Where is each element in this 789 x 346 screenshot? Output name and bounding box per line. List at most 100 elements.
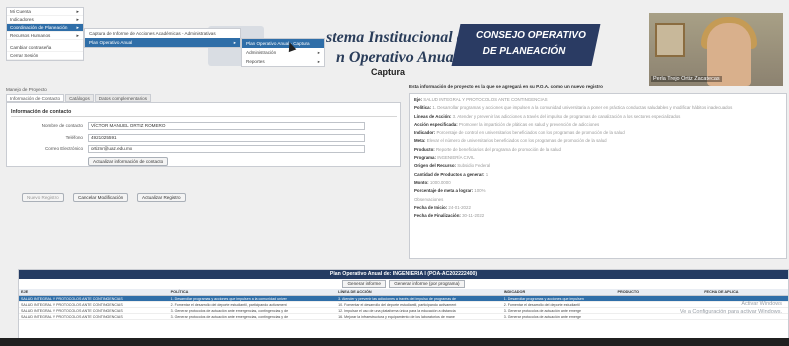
generate-report-button[interactable]: Generar informe [342,280,386,288]
submenu-item-label: Administración [246,50,277,55]
table-row[interactable]: SALUD INTEGRAL Y PROTOCOLOS ANTE CONTING… [19,314,788,320]
chevron-right-icon: ▸ [76,25,79,31]
summary-label: Origen del Recurso: [414,163,456,169]
tab-contacto[interactable]: Información de Contacto [6,94,65,102]
column-header[interactable]: FECHA DE APLICA [702,289,788,295]
summary-label: Meta: [414,138,426,144]
table-cell: 2. Fomentar el desarrollo del deporte es… [503,303,580,307]
submenu-item-label: Reportes [246,59,265,64]
banner-title-line2: n Operativo Anual [336,49,459,66]
table-body: SALUD INTEGRAL Y PROTOCOLOS ANTE CONTING… [19,296,788,320]
table-cell: 3. Atender y prevenir las adicciones a t… [338,297,457,301]
column-header[interactable]: EJE [19,289,169,295]
field-label: Correo Electrónico [44,146,83,151]
submenu-item-poa[interactable]: Plan Operativo Anual ▸ [85,38,240,47]
menu-item-label: Cerrar Sesión [10,53,39,58]
section-title: Información de contacto [11,109,72,115]
column-header[interactable]: POLÍTICA [169,289,337,295]
column-header[interactable]: PRODUCTO [615,289,702,295]
summary-value: 30-11-2022 [462,213,485,219]
column-header[interactable]: LÍNEA DE ACCIÓN [336,289,502,295]
generate-report-by-program-button[interactable]: Generar informe (por programa) [389,280,465,288]
table-cell: 3. Generar protocolos de actuación ante … [170,309,289,313]
table-cell: 1. Desarrollar programas y acciones que … [503,297,584,301]
summary-label: Acción especificada: [414,121,458,127]
summary-row: Monto: 1000.0000 [414,180,782,185]
summary-label: Cantidad de Productos a generar: [414,171,485,177]
field-label: Nombre de contacto [41,123,83,128]
menu-item-recursos-humanos[interactable]: Recursos Humanos ▸ [7,32,83,40]
watermark-line: Ve a Configuración para activar Windows. [679,309,782,315]
summary-row: Observaciones [414,197,782,202]
summary-label: Indicador: [414,130,436,136]
watermark-line: Activar Windows [741,301,782,307]
menu-item-label: Cambiar contraseña [10,45,52,50]
taskbar [0,338,789,346]
summary-value: 1 [485,171,489,177]
summary-label: Monto: [414,179,429,185]
phone-field[interactable]: 4921025591 [88,134,365,142]
summary-row: Indicador: Porcentaje de control en univ… [414,130,782,135]
page: Mi Cuenta ▸ Indicadores ▸ Coordinación de … [0,0,789,346]
update-record-button[interactable]: Actualizar Registro [137,193,186,202]
submenu-item-captura-informe[interactable]: Captura de Informe de Acciones Académica… [85,29,240,38]
column-header[interactable]: INDICADOR [502,289,616,295]
table-cell: 16. Mejorar la infraestructura y equipam… [338,315,455,319]
submenu-item-label: Plan Operativo Anual - Captura [246,41,310,46]
submenu-item-label: Captura de Informe de Acciones Académica… [89,31,216,36]
summary-label: Fecha de Finalización: [414,213,461,219]
submenu-planeacion: Captura de Informe de Acciones Académica… [84,28,241,48]
submenu-item-administracion[interactable]: Administración ▸ [242,48,324,57]
webcam-participant-name: Perla Trejo Ortiz Zacatecas [651,76,722,82]
chevron-right-icon: ▸ [76,33,79,39]
summary-value: 24-01-2022 [448,204,471,210]
menu-item-cerrar-sesion[interactable]: Cerrar Sesión [7,52,83,60]
menu-item-indicadores[interactable]: Indicadores ▸ [7,16,83,24]
council-title-line1: CONSEJO OPERATIVO [476,30,586,41]
summary-value: INGENIERÍA CIVIL [437,155,475,161]
windows-activation-watermark: Activar Windows Ve a Configuración para … [680,300,782,316]
chevron-right-icon: ▸ [317,50,320,55]
summary-label: Producto: [414,146,435,152]
tab-catalogos[interactable]: Catálogos [65,94,94,102]
submenu-item-reportes[interactable]: Reportes ▸ [242,57,324,66]
table-cell: SALUD INTEGRAL Y PROTOCOLOS ANTE CONTING… [21,303,123,307]
menu-item-coordinacion[interactable]: Coordinación de Planeación ▸ [7,24,83,32]
project-panel: Manejo de Proyecto Información de Contac… [6,87,401,257]
table-cell: 12. Impulsar el uso de una plataforma ún… [338,309,456,313]
table-cell: 2. Fomentar el desarrollo del deporte es… [170,303,287,307]
field-label: Teléfono [65,135,83,140]
summary-row: Origen del Recurso: Subsidio Federal [414,163,782,168]
chevron-right-icon: ▸ [76,9,79,15]
table-header-row: EJE POLÍTICA LÍNEA DE ACCIÓN INDICADOR P… [19,289,788,296]
summary-row: Eje: SALUD INTEGRAL Y PROTOCOLOS ANTE CO… [414,97,782,102]
summary-value: 1000.0000 [429,179,451,185]
section-divider [11,116,397,117]
project-tabs: Información de Contacto Catálogos Datos … [6,94,152,102]
summary-row: Política: 1. Desarrollar programas y acc… [414,105,782,110]
email-field[interactable]: ortiznr@uaz.edu.mx [88,145,365,153]
table-cell: 3. Generar protocolos de actuación ante … [503,315,582,319]
table-buttons: Generar informe Generar informe (por pro… [19,279,788,289]
submenu-poa: Plan Operativo Anual - Captura Administr… [241,38,325,67]
summary-value: Promover la impartición de pláticas en s… [458,121,600,127]
chevron-right-icon: ▸ [317,59,320,64]
menu-item-cambiar-contrasena[interactable]: Cambiar contraseña [7,44,83,52]
menu-item-mi-cuenta[interactable]: Mi Cuenta ▸ [7,8,83,16]
summary-label: Porcentaje de meta a lograr: [414,188,474,194]
summary-value: Observaciones [414,196,444,202]
tab-datos-complementarios[interactable]: Datos complementarios [94,94,152,102]
update-contact-button[interactable]: Actualizar información de contacto [88,157,169,166]
summary-label: Líneas de Acción: [414,113,452,119]
summary-value: SALUD INTEGRAL Y PROTOCOLOS ANTE CONTING… [423,97,548,102]
summary-label: Programa: [414,155,436,161]
summary-value: 1. Desarrollar programas y acciones que … [432,105,733,111]
new-record-button[interactable]: Nuevo Registro [22,193,64,202]
cancel-modification-button[interactable]: Cancelar Modificación [73,193,129,202]
table-cell: SALUD INTEGRAL Y PROTOCOLOS ANTE CONTING… [21,309,123,313]
summary-row: Programa: INGENIERÍA CIVIL [414,155,782,160]
menu-item-label: Coordinación de Planeación [10,25,68,30]
chevron-right-icon: ▸ [233,40,236,45]
submenu-item-poa-captura[interactable]: Plan Operativo Anual - Captura [242,39,324,48]
contact-name-field[interactable]: VÍCTOR MANUEL ORTIZ ROMERO [88,122,365,130]
